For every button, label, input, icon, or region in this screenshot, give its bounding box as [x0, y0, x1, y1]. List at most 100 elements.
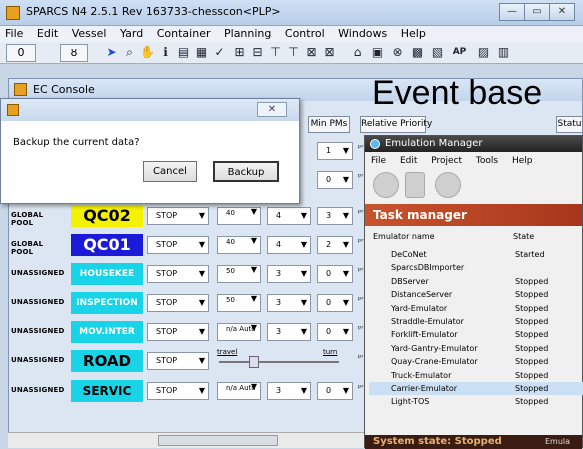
yard-icon[interactable]: ▩ — [410, 45, 425, 60]
value-dropdown-2[interactable]: 3 — [267, 382, 311, 400]
emu-menu-tools[interactable]: Tools — [470, 154, 503, 168]
value-dropdown-1[interactable]: 50 — [217, 294, 261, 312]
emu-menu-help[interactable]: Help — [506, 154, 538, 168]
value-dropdown-3[interactable]: 0 — [317, 382, 353, 400]
emulator-row[interactable]: Light-TOS Stopped — [369, 395, 583, 408]
menu-yard[interactable]: Yard — [115, 26, 148, 42]
list-icon[interactable]: ▤ — [176, 45, 191, 60]
menu-windows[interactable]: Windows — [333, 26, 392, 42]
value-dropdown-2[interactable]: 4 — [267, 236, 311, 254]
cancel-button[interactable]: Cancel — [143, 161, 197, 182]
value-dropdown-3[interactable]: 0 — [317, 265, 353, 283]
value-dropdown-1[interactable]: 40 — [217, 207, 261, 225]
value-dropdown-2[interactable]: 3 — [267, 294, 311, 312]
ap-icon[interactable]: AP — [452, 45, 467, 60]
tool-d-icon[interactable]: ⊤ — [286, 45, 301, 60]
close-button[interactable]: ✕ — [549, 3, 575, 21]
counter-field[interactable]: 0 — [6, 44, 36, 62]
menu-edit[interactable]: Edit — [32, 26, 63, 42]
hand-icon[interactable]: ✋ — [140, 45, 155, 60]
emulator-row[interactable]: SparcsDBImporter — [369, 261, 583, 274]
equipment-name[interactable]: MOV.INTER — [71, 321, 143, 343]
tool-b-icon[interactable]: ⊟ — [250, 45, 265, 60]
value-dropdown-1[interactable]: n/a Auto — [217, 323, 261, 341]
tool-a-icon[interactable]: ⊞ — [232, 45, 247, 60]
menu-vessel[interactable]: Vessel — [67, 26, 112, 42]
emulator-row[interactable]: Straddle-Emulator Stopped — [369, 315, 583, 328]
menu-control[interactable]: Control — [280, 26, 330, 42]
crane-icon[interactable]: ⊗ — [390, 45, 405, 60]
value-dropdown-3[interactable]: 0 — [317, 323, 353, 341]
status-button[interactable]: Statu — [556, 116, 583, 133]
value-dropdown-1[interactable]: n/a Auto — [217, 382, 261, 400]
menu-container[interactable]: Container — [152, 26, 216, 42]
stop-icon[interactable] — [435, 172, 461, 198]
emulator-row[interactable]: Carrier-Emulator Stopped — [369, 382, 583, 395]
emulator-row[interactable]: Quay-Crane-Emulator Stopped — [369, 355, 583, 368]
equipment-name[interactable]: ROAD — [71, 350, 143, 372]
value-dropdown-2[interactable]: 3 — [267, 323, 311, 341]
value-dropdown-3[interactable]: 3 — [317, 207, 353, 225]
value-dropdown-3[interactable]: 1 — [317, 142, 353, 160]
mode-dropdown[interactable]: STOP — [147, 207, 209, 225]
building-icon[interactable]: ⌂ — [350, 45, 365, 60]
equipment-name[interactable]: SERVIC — [71, 380, 143, 402]
value-dropdown-3[interactable]: 2 — [317, 236, 353, 254]
emulator-row[interactable]: DBServer Stopped — [369, 275, 583, 288]
tool-h-icon[interactable]: ▥ — [496, 45, 511, 60]
backup-button[interactable]: Backup — [213, 161, 279, 182]
mode-dropdown[interactable]: STOP — [147, 294, 209, 312]
pause-icon[interactable] — [405, 172, 425, 198]
emu-menu-project[interactable]: Project — [425, 154, 467, 168]
slider-handle[interactable] — [249, 356, 259, 368]
emulator-row[interactable]: Truck-Emulator Stopped — [369, 369, 583, 382]
menu-planning[interactable]: Planning — [219, 26, 276, 42]
pointer-icon[interactable]: ➤ — [104, 45, 119, 60]
tool-e-icon[interactable]: ⊠ — [304, 45, 319, 60]
mode-dropdown[interactable]: STOP — [147, 323, 209, 341]
menu-file[interactable]: File — [0, 26, 28, 42]
menu-help[interactable]: Help — [396, 26, 431, 42]
equipment-name[interactable]: QC01 — [71, 234, 143, 256]
tool-select[interactable]: ȣ — [60, 44, 88, 62]
document-icon[interactable]: ▣ — [370, 45, 385, 60]
value-dropdown-2[interactable]: 3 — [267, 265, 311, 283]
value-dropdown-3[interactable]: 0 — [317, 171, 353, 189]
check-icon[interactable]: ✓ — [212, 45, 227, 60]
scrollbar-thumb[interactable] — [158, 435, 278, 446]
vessel-icon[interactable]: ▧ — [430, 45, 445, 60]
tool-g-icon[interactable]: ▨ — [476, 45, 491, 60]
value-dropdown-2[interactable]: 4 — [267, 207, 311, 225]
mode-dropdown[interactable]: STOP — [147, 352, 209, 370]
emu-menu-file[interactable]: File — [365, 154, 391, 168]
value-dropdown-1[interactable]: 40 — [217, 236, 261, 254]
mode-dropdown[interactable]: STOP — [147, 382, 209, 400]
horizontal-scrollbar[interactable] — [8, 432, 364, 448]
mode-dropdown[interactable]: STOP — [147, 265, 209, 283]
emulator-row[interactable]: Forklift-Emulator Stopped — [369, 328, 583, 341]
emulator-row[interactable]: DeCoNet Started — [369, 248, 583, 261]
emulator-state: Stopped — [515, 276, 549, 286]
min-pms-button[interactable]: Min PMs — [308, 116, 350, 133]
tool-c-icon[interactable]: ⊤ — [268, 45, 283, 60]
emulator-row[interactable]: Yard-Gantry-Emulator Stopped — [369, 342, 583, 355]
equipment-name[interactable]: HOUSEKEE — [71, 263, 143, 285]
emu-menu-edit[interactable]: Edit — [394, 154, 422, 168]
mode-dropdown[interactable]: STOP — [147, 236, 209, 254]
backup-dialog-close-button[interactable]: ✕ — [257, 102, 287, 117]
tool-f-icon[interactable]: ⊠ — [322, 45, 337, 60]
minimize-button[interactable]: — — [499, 3, 525, 21]
equipment-name[interactable]: QC02 — [71, 205, 143, 227]
relative-priority-button[interactable]: Relative Priority — [360, 116, 432, 133]
equipment-name[interactable]: INSPECTION — [71, 292, 143, 314]
value-dropdown-1[interactable]: 50 — [217, 265, 261, 283]
search-icon[interactable]: ⌕ — [122, 45, 137, 60]
value-dropdown-3[interactable]: 0 — [317, 294, 353, 312]
slider-track[interactable] — [219, 361, 339, 363]
emulator-row[interactable]: DistanceServer Stopped — [369, 288, 583, 301]
emulator-row[interactable]: Yard-Emulator Stopped — [369, 302, 583, 315]
maximize-button[interactable]: ▭ — [524, 3, 550, 21]
grid-icon[interactable]: ▦ — [194, 45, 209, 60]
play-icon[interactable] — [373, 172, 399, 198]
info-icon[interactable]: ℹ — [158, 45, 173, 60]
